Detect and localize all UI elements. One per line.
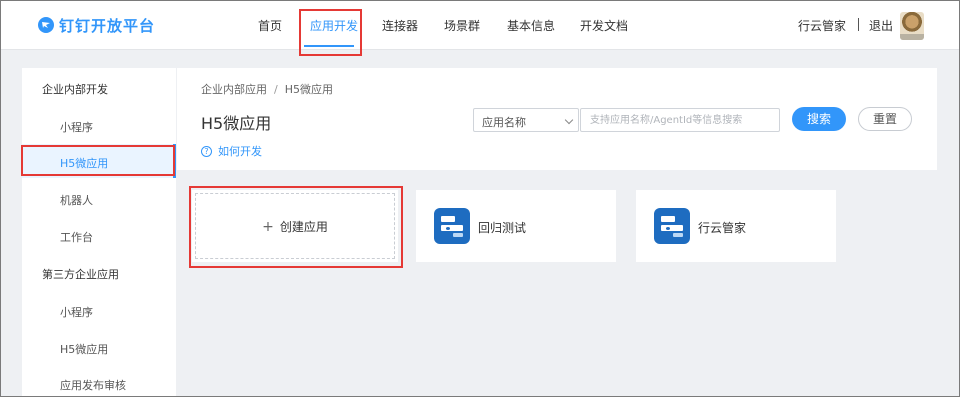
sidebar-item-third-h5-app[interactable]: H5微应用 [60, 341, 108, 357]
reset-button[interactable]: 重置 [858, 107, 912, 131]
sidebar-item-app-review[interactable]: 应用发布审核 [60, 377, 126, 393]
chevron-down-icon [564, 115, 574, 125]
search-button[interactable]: 搜索 [792, 107, 846, 131]
question-icon: ? [201, 145, 212, 157]
app-name: 行云管家 [698, 221, 747, 235]
sidebar-active-indicator [173, 144, 176, 178]
sidebar-section-third-party: 第三方企业应用 [42, 268, 119, 281]
avatar[interactable] [900, 12, 924, 40]
brand-logo[interactable]: 钉钉开放平台 [38, 14, 155, 36]
nav-basic-info[interactable]: 基本信息 [507, 17, 555, 34]
app-name: 回归测试 [478, 221, 527, 235]
nav-connector[interactable]: 连接器 [382, 17, 418, 34]
breadcrumb-current: H5微应用 [284, 83, 333, 96]
user-name: 行云管家 [798, 19, 847, 33]
sidebar-item-workbench[interactable]: 工作台 [60, 229, 93, 245]
app-card[interactable]: 行云管家 [636, 190, 836, 262]
app-card[interactable]: 回归测试 [416, 190, 616, 262]
help-link[interactable]: ? 如何开发 [201, 143, 262, 159]
logout-link[interactable]: 退出 [869, 17, 893, 34]
sidebar-item-h5-app[interactable]: H5微应用 [60, 155, 108, 171]
top-header: 钉钉开放平台 首页 应用开发 连接器 场景群 基本信息 开发文档 行云管家 退出 [0, 0, 960, 50]
create-app-card[interactable]: + 创建应用 [192, 190, 398, 262]
filter-select-value: 应用名称 [482, 116, 526, 129]
help-link-label: 如何开发 [218, 145, 262, 158]
page-title: H5微应用 [201, 114, 272, 133]
plus-icon: + [262, 219, 274, 235]
sidebar-item-miniprogram[interactable]: 小程序 [60, 119, 93, 135]
h5-app-icon [434, 208, 470, 244]
search-input[interactable] [580, 108, 780, 132]
nav-app-dev[interactable]: 应用开发 [310, 17, 358, 34]
filter-select[interactable]: 应用名称 [473, 108, 579, 132]
breadcrumb: 企业内部应用 / H5微应用 [201, 83, 333, 96]
create-app-label: + 创建应用 [262, 219, 328, 235]
breadcrumb-parent[interactable]: 企业内部应用 [201, 83, 267, 96]
sidebar-item-third-miniprogram[interactable]: 小程序 [60, 304, 93, 320]
brand-name: 钉钉开放平台 [59, 16, 156, 35]
sidebar-item-robot[interactable]: 机器人 [60, 192, 93, 208]
nav-dev-docs[interactable]: 开发文档 [580, 17, 628, 34]
header-divider [858, 18, 859, 31]
nav-scene-group[interactable]: 场景群 [444, 17, 480, 34]
content-header: 企业内部应用/H5微应用 H5微应用 ? 如何开发 应用名称 搜索 重置 [177, 68, 937, 170]
sidebar: 企业内部开发 小程序 H5微应用 机器人 工作台 第三方企业应用 小程序 H5微… [22, 68, 176, 397]
nav-active-indicator [304, 45, 354, 47]
sidebar-section-internal: 企业内部开发 [42, 83, 108, 96]
h5-app-icon [654, 208, 690, 244]
nav-home[interactable]: 首页 [258, 17, 282, 34]
dingtalk-logo-icon [38, 17, 54, 33]
